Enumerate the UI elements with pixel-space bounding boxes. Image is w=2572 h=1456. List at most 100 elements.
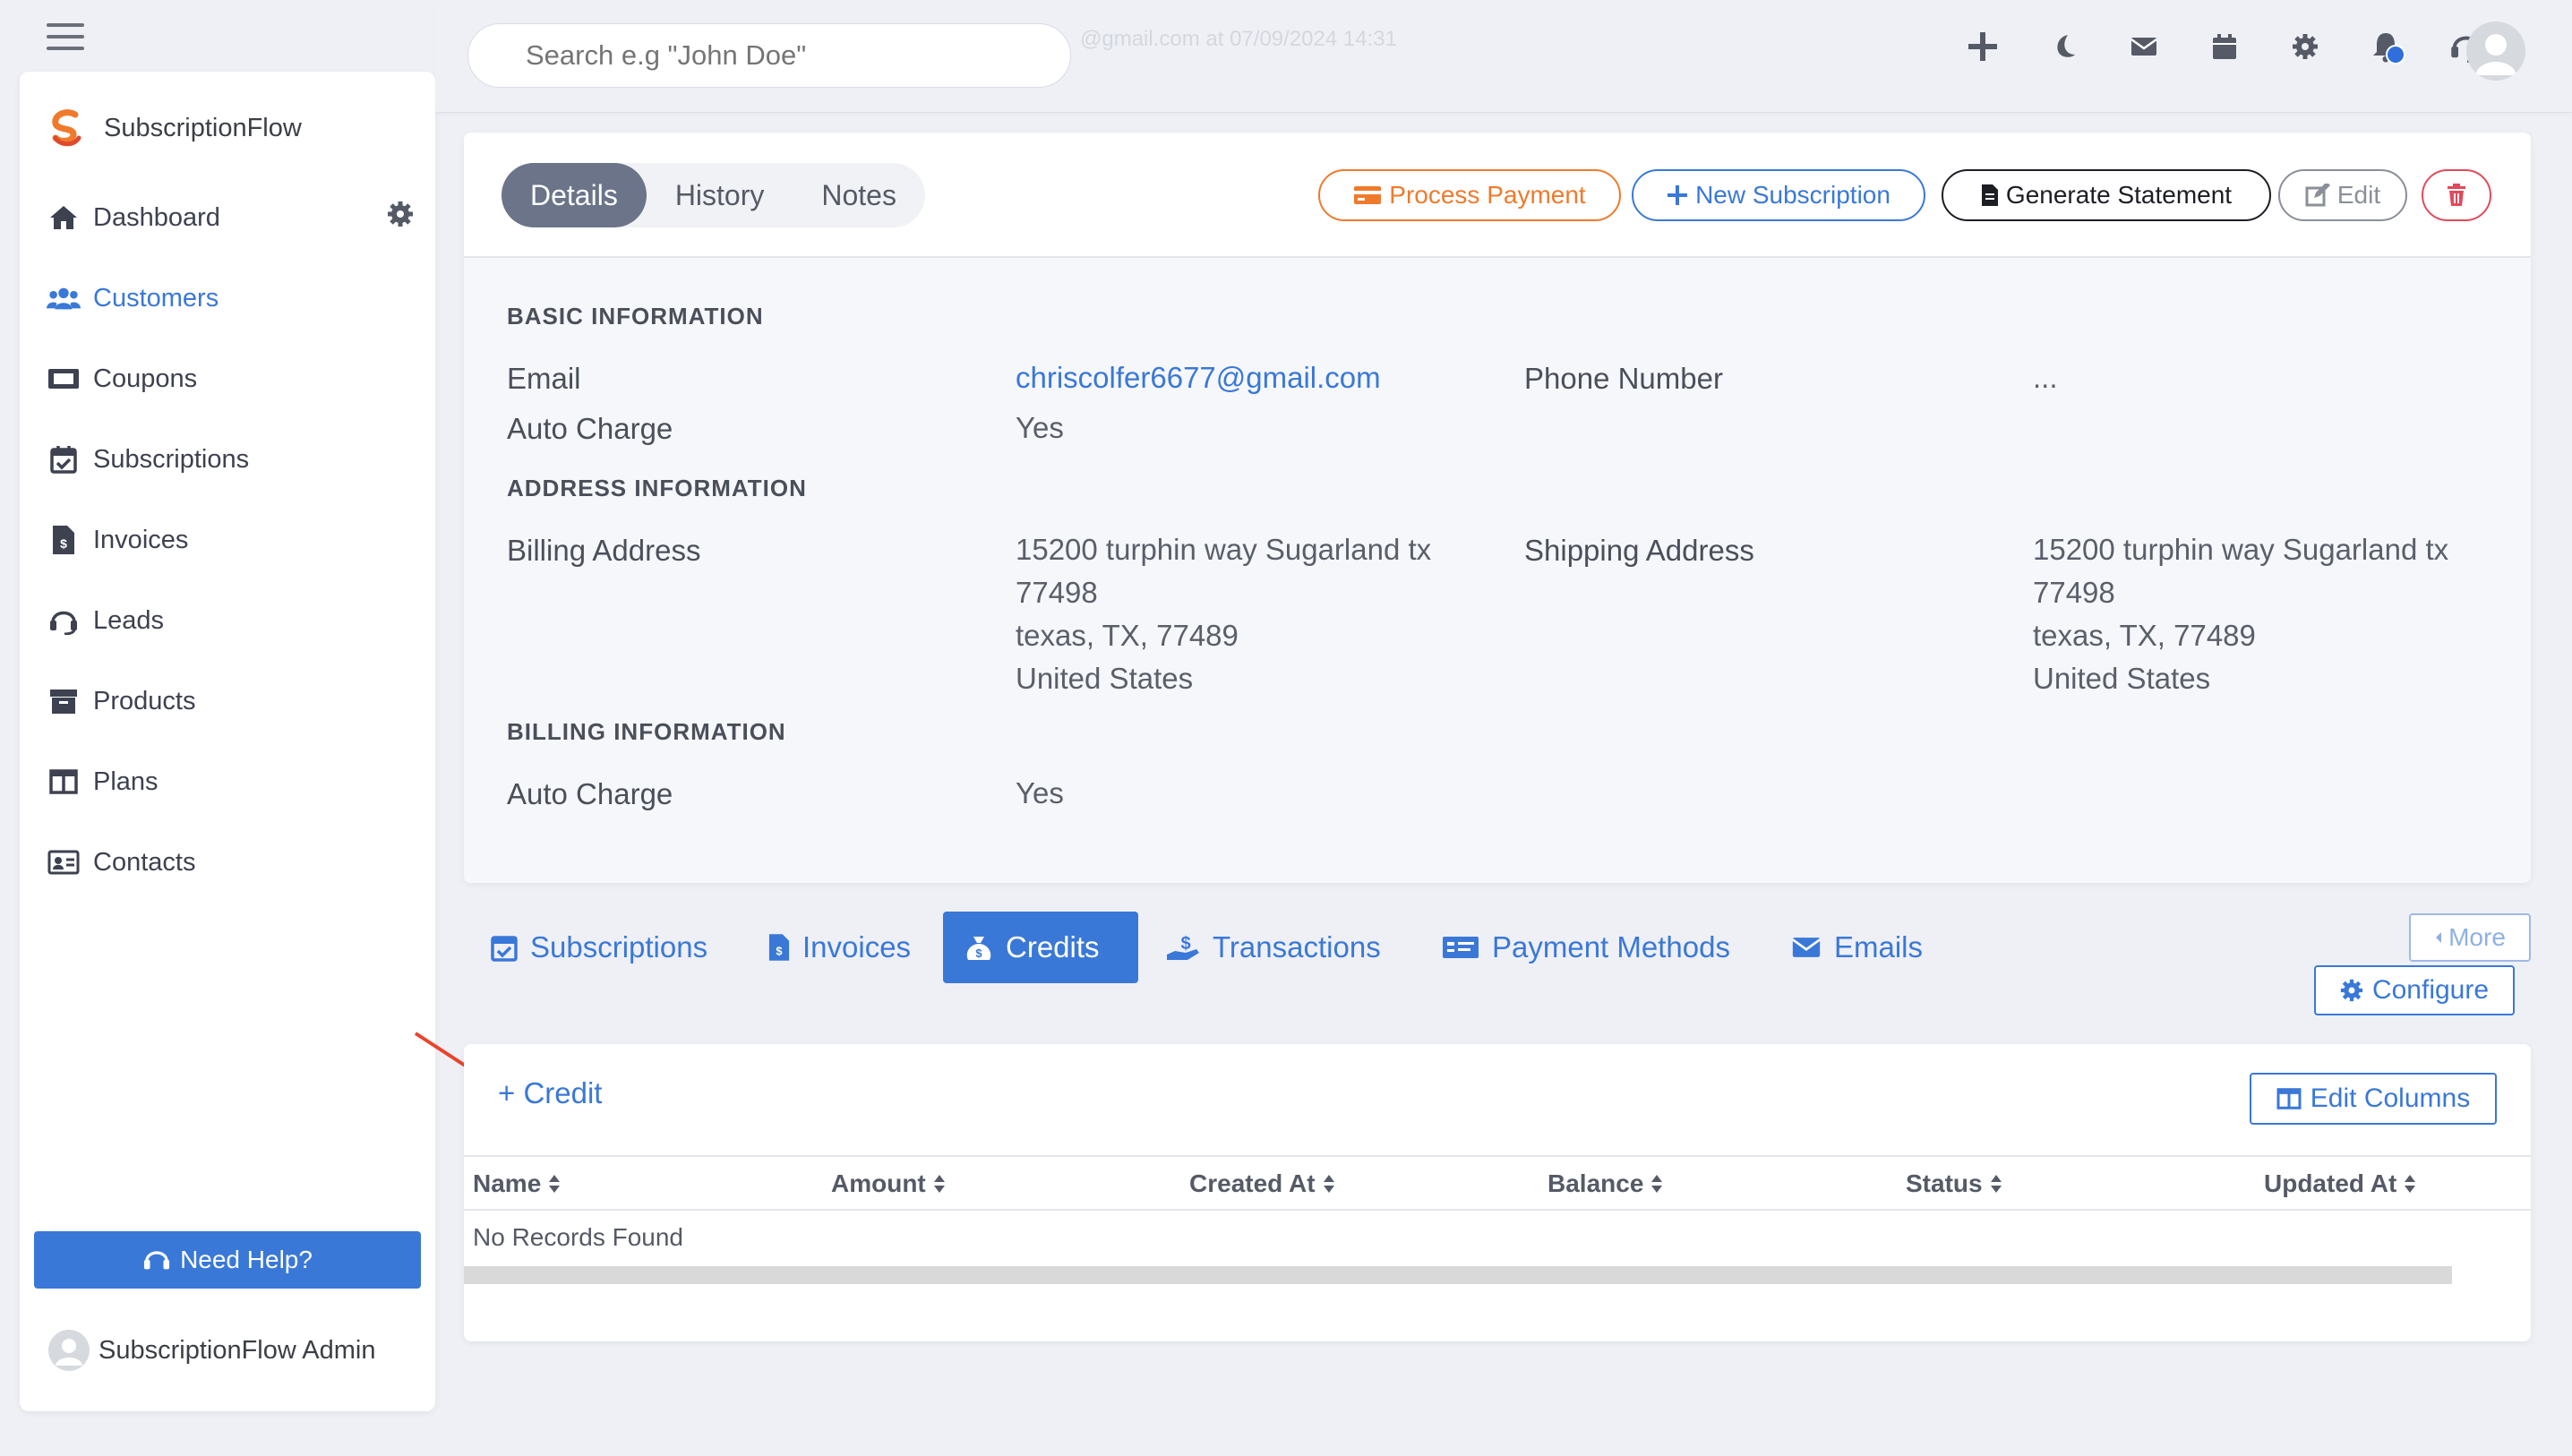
ticket-icon <box>47 362 81 396</box>
generate-statement-button[interactable]: Generate Statement <box>1942 169 2271 221</box>
email-value-link[interactable]: chriscolfer6677@gmail.com <box>1016 356 1381 399</box>
shipping-address-value: 15200 turphin way Sugarland tx 77498 tex… <box>2033 528 2448 700</box>
edit-button[interactable]: Edit <box>2278 169 2407 221</box>
sidebar-item-customers[interactable]: Customers <box>47 258 414 338</box>
tab-label: Transactions <box>1213 930 1381 964</box>
tab-notes[interactable]: Notes <box>793 163 925 227</box>
plus-icon[interactable] <box>1963 27 2002 66</box>
tab-payment-methods[interactable]: Payment Methods <box>1420 912 1752 983</box>
credit-card-icon <box>1353 184 1382 206</box>
sidebar-item-contacts[interactable]: Contacts <box>47 822 414 903</box>
billing-address-line: 77498 <box>1016 576 1098 609</box>
svg-text:$: $ <box>1180 934 1190 954</box>
tab-subscriptions[interactable]: Subscriptions <box>469 912 729 983</box>
headset-icon <box>47 604 81 638</box>
sidebar-item-label: Dashboard <box>93 202 220 232</box>
basic-information-heading: BASIC INFORMATION <box>507 303 764 330</box>
avatar <box>48 1330 90 1371</box>
billing-auto-charge-label: Auto Charge <box>507 777 673 810</box>
column-label: Status <box>1906 1169 1983 1197</box>
tab-details[interactable]: Details <box>502 163 647 227</box>
caret-left-icon <box>2434 931 2443 944</box>
calendar-check-icon <box>47 442 81 476</box>
dashboard-settings-gear-icon[interactable] <box>387 201 414 227</box>
column-header-updated-at[interactable]: Updated At <box>2264 1169 2416 1198</box>
sidebar-item-leads[interactable]: Leads <box>47 580 414 661</box>
file-invoice-icon: $ <box>47 523 81 557</box>
need-help-button[interactable]: Need Help? <box>34 1231 421 1289</box>
address-card-icon <box>47 845 81 879</box>
notification-dot <box>2386 45 2405 64</box>
column-header-balance[interactable]: Balance <box>1547 1169 1663 1198</box>
brand[interactable]: SubscriptionFlow <box>47 107 302 149</box>
tab-history[interactable]: History <box>647 163 793 227</box>
address-information-heading: ADDRESS INFORMATION <box>507 475 807 501</box>
edit-icon <box>2305 184 2330 207</box>
sidebar-item-dashboard[interactable]: Dashboard <box>47 177 414 258</box>
tab-transactions[interactable]: $ Transactions <box>1145 912 1402 983</box>
sidebar-item-products[interactable]: Products <box>47 661 414 741</box>
more-label: More <box>2448 923 2506 951</box>
moon-icon[interactable] <box>2044 27 2083 66</box>
sidebar-item-plans[interactable]: Plans <box>47 741 414 822</box>
brand-name: SubscriptionFlow <box>104 113 302 142</box>
search-input[interactable] <box>467 23 1071 88</box>
column-header-status[interactable]: Status <box>1906 1169 2002 1198</box>
headset-icon <box>142 1246 171 1273</box>
user-avatar[interactable] <box>2466 21 2525 81</box>
envelope-icon[interactable] <box>2124 27 2164 66</box>
column-header-name[interactable]: Name <box>473 1169 561 1198</box>
process-payment-button[interactable]: Process Payment <box>1318 169 1621 221</box>
envelope-icon <box>1791 936 1822 959</box>
money-bag-icon: $ <box>964 933 993 962</box>
new-subscription-button[interactable]: New Subscription <box>1632 169 1925 221</box>
column-label: Updated At <box>2264 1169 2397 1197</box>
tab-label: Subscriptions <box>530 930 708 964</box>
sidebar-item-subscriptions[interactable]: Subscriptions <box>47 419 414 500</box>
delete-button[interactable] <box>2422 169 2491 221</box>
shipping-address-line: 15200 turphin way Sugarland tx <box>2033 533 2449 566</box>
calendar-check-icon <box>491 933 518 962</box>
auto-charge-label: Auto Charge <box>507 412 673 445</box>
credits-table-header: Name Amount Created At Balance Status Up… <box>464 1155 2531 1211</box>
shipping-address-line: texas, TX, 77489 <box>2033 619 2256 652</box>
sidebar-item-invoices[interactable]: $ Invoices <box>47 500 414 580</box>
columns-icon <box>2276 1088 2302 1109</box>
more-tabs-button[interactable]: More <box>2409 913 2531 962</box>
shipping-address-line: United States <box>2033 662 2211 695</box>
top-bar: @gmail.com at 07/09/2024 14:31 <box>435 0 2572 113</box>
add-credit-link[interactable]: + Credit <box>498 1076 602 1110</box>
edit-columns-label: Edit Columns <box>2310 1083 2471 1113</box>
sidebar-item-coupons[interactable]: Coupons <box>47 338 414 419</box>
gear-icon[interactable] <box>2285 27 2325 66</box>
tab-emails[interactable]: Emails <box>1770 912 1944 983</box>
sidebar-nav: Dashboard Customers Coupons Subscription… <box>47 177 414 903</box>
calendar-icon[interactable] <box>2205 27 2244 66</box>
card-body: BASIC INFORMATION Email chriscolfer6677@… <box>464 258 2531 883</box>
sort-icon <box>1990 1175 2002 1193</box>
hand-holding-dollar-icon: $ <box>1166 933 1200 962</box>
admin-user[interactable]: SubscriptionFlow Admin <box>48 1330 375 1371</box>
billing-address-label: Billing Address <box>507 534 701 567</box>
column-header-amount[interactable]: Amount <box>831 1169 946 1198</box>
svg-text:$: $ <box>975 946 982 960</box>
customer-detail-card: Details History Notes Process Payment Ne… <box>464 133 2531 883</box>
horizontal-scrollbar[interactable] <box>464 1266 2452 1284</box>
columns-icon <box>47 765 81 799</box>
configure-button[interactable]: Configure <box>2314 965 2515 1015</box>
phone-number-label: Phone Number <box>1524 362 1723 395</box>
billing-address-line: texas, TX, 77489 <box>1016 619 1239 652</box>
column-header-created-at[interactable]: Created At <box>1189 1169 1335 1198</box>
hamburger-menu-icon[interactable] <box>47 23 84 50</box>
svg-text:$: $ <box>60 536 67 551</box>
subscriptionflow-logo-icon <box>52 109 81 147</box>
bell-icon[interactable] <box>2366 27 2405 66</box>
sidebar-item-label: Plans <box>93 767 159 796</box>
billing-auto-charge-value: Yes <box>1016 776 1064 809</box>
empty-state-text: No Records Found <box>473 1223 684 1251</box>
edit-columns-button[interactable]: Edit Columns <box>2250 1073 2497 1125</box>
shipping-address-line: 77498 <box>2033 576 2115 609</box>
tab-label: Emails <box>1834 930 1924 964</box>
tab-invoices[interactable]: $ Invoices <box>747 912 932 983</box>
tab-credits[interactable]: $ Credits <box>943 912 1138 983</box>
